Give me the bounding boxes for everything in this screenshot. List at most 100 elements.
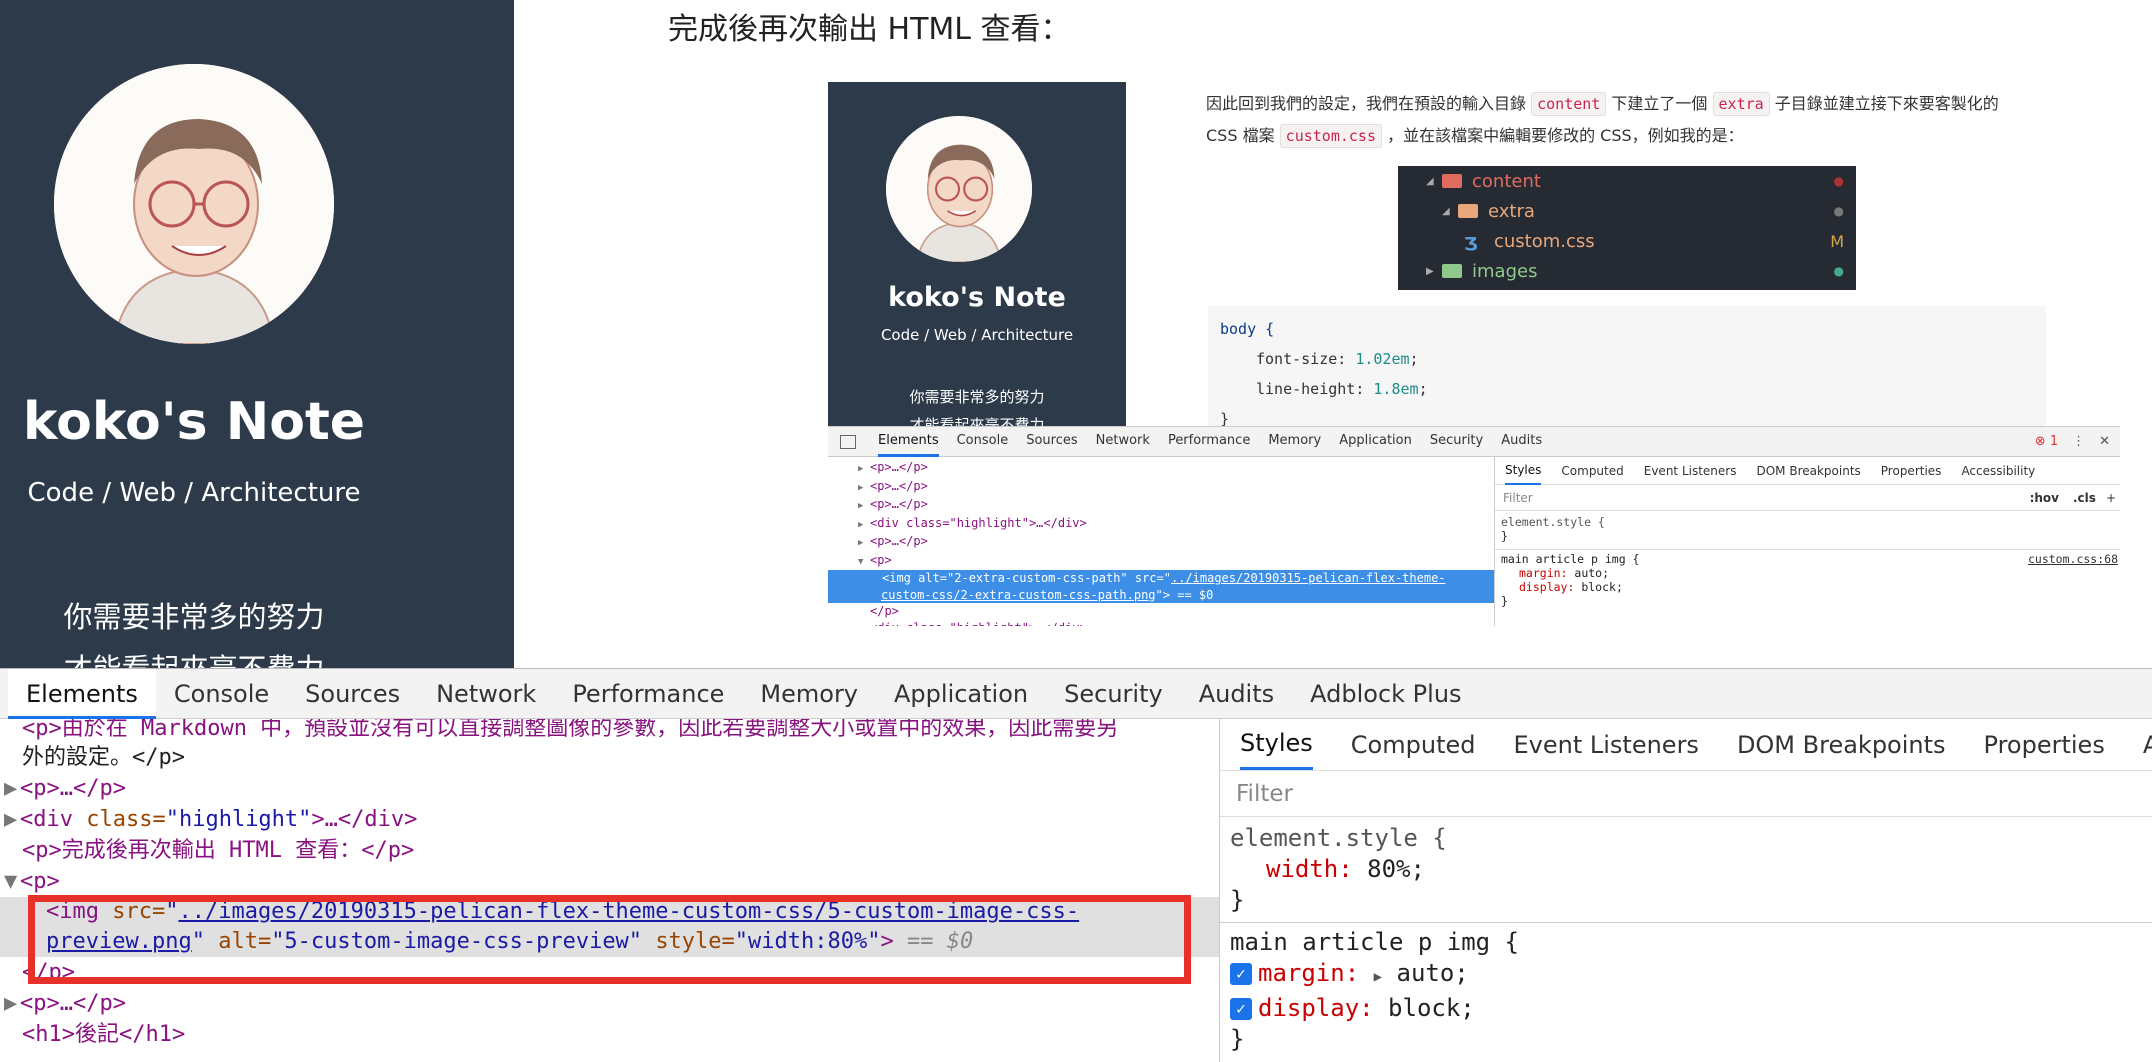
tab-elements[interactable]: Elements xyxy=(8,669,156,719)
folder-icon xyxy=(1442,264,1462,278)
small-dom-line[interactable]: ▶ <p>…</p> xyxy=(858,459,1494,478)
sel-link[interactable]: ../images/20190315-pelican-flex-theme- xyxy=(1171,571,1446,585)
small-dom-text: <p>…</p> xyxy=(870,534,928,548)
small-tab-sources[interactable]: Sources xyxy=(1026,427,1077,457)
tree-item[interactable]: Ʒcustom.css M xyxy=(1398,226,1856,256)
small-tab-elements[interactable]: Elements xyxy=(878,427,939,457)
small-filter-input[interactable]: Filter xyxy=(1503,491,1533,505)
small-style-tab-accessibility[interactable]: Accessibility xyxy=(1961,464,2035,478)
small-dom-line[interactable]: ▶<div class="highlight">…</div> xyxy=(858,620,1494,627)
small-tab-application[interactable]: Application xyxy=(1339,427,1412,457)
dom-line[interactable]: ▶ <p>…</p> xyxy=(0,773,1220,804)
collapse-icon[interactable]: ▼ xyxy=(4,866,20,897)
small-style-tab-styles[interactable]: Styles xyxy=(1505,457,1542,485)
chevron-right-icon[interactable]: ▶ xyxy=(1426,266,1442,277)
cls-button[interactable]: .cls xyxy=(2073,491,2096,505)
dom-line[interactable]: ▼ <p> xyxy=(0,866,1220,897)
dom-line[interactable]: <p>完成後再次輸出 HTML 查看：</p> xyxy=(0,835,1220,866)
chevron-down-icon[interactable]: ◢ xyxy=(1426,176,1442,187)
expand-triangle-icon[interactable]: ▶ xyxy=(1374,969,1382,985)
small-tab-performance[interactable]: Performance xyxy=(1168,427,1250,457)
dom-line[interactable]: 外的設定。</p> xyxy=(0,742,1220,773)
more-icon[interactable]: ⋮ xyxy=(2072,434,2085,449)
dom-line[interactable]: <p>由於在 Markdown 中，預設並沒有可以直接調整圖像的參數，因此若要調… xyxy=(0,719,1220,744)
small-selected-row[interactable]: <img alt="2-extra-custom-css-path" src="… xyxy=(828,570,1494,603)
tab-adblock-plus[interactable]: Adblock Plus xyxy=(1292,669,1479,719)
style-tab-dom-breakpoints[interactable]: DOM Breakpoints xyxy=(1737,731,1946,759)
dom-line[interactable]: ▶ <div class="highlight">…</div> xyxy=(0,804,1220,835)
element-style-selector[interactable]: element.style { xyxy=(1230,823,2142,854)
small-rule-source[interactable]: custom.css:68 xyxy=(2028,552,2118,566)
collapse-icon[interactable]: ▼ xyxy=(858,554,870,571)
small-tab-security[interactable]: Security xyxy=(1430,427,1483,457)
expand-icon[interactable]: ▶ xyxy=(4,988,20,1019)
dom-line[interactable]: <h1>後記</h1> xyxy=(0,1019,1220,1050)
expand-icon[interactable]: ▶ xyxy=(4,804,20,835)
expand-icon[interactable]: ▶ xyxy=(858,461,870,478)
code-line: body { xyxy=(1220,314,2034,344)
small-tab-memory[interactable]: Memory xyxy=(1268,427,1321,457)
style-tab-styles[interactable]: Styles xyxy=(1240,719,1313,770)
small-tab-console[interactable]: Console xyxy=(957,427,1009,457)
expand-icon[interactable]: ▶ xyxy=(858,480,870,497)
error-icon[interactable]: ⊗ 1 xyxy=(2035,434,2058,449)
tab-sources[interactable]: Sources xyxy=(287,669,418,719)
tab-audits[interactable]: Audits xyxy=(1181,669,1292,719)
tab-console[interactable]: Console xyxy=(156,669,287,719)
small-style-tab-computed[interactable]: Computed xyxy=(1561,464,1623,478)
tree-item[interactable]: ▶ images ● xyxy=(1398,256,1856,286)
small-val-display[interactable]: block; xyxy=(1581,580,1623,594)
small-dom-line[interactable]: ▶ <p>…</p> xyxy=(858,478,1494,497)
tree-item[interactable]: ◢ extra ● xyxy=(1398,196,1856,226)
prop-margin[interactable]: margin: xyxy=(1258,959,1359,987)
expand-icon[interactable]: ▶ xyxy=(858,517,870,534)
small-dom-line[interactable]: ▶ <p>…</p> xyxy=(858,533,1494,552)
dom-text: <div xyxy=(20,807,73,832)
tree-item[interactable]: ◢ content ● xyxy=(1398,166,1856,196)
small-element-style[interactable]: element.style { xyxy=(1501,515,2118,529)
chevron-down-icon[interactable]: ◢ xyxy=(1442,206,1458,217)
small-val-margin[interactable]: auto; xyxy=(1574,566,1609,580)
margin-checkbox[interactable]: ✓ xyxy=(1230,963,1252,985)
style-tab-accessibility[interactable]: Accessibility xyxy=(2143,731,2152,759)
small-dom-line[interactable]: ▶<div class="highlight">…</div> xyxy=(858,515,1494,534)
tab-application[interactable]: Application xyxy=(876,669,1046,719)
tab-network[interactable]: Network xyxy=(418,669,554,719)
small-dom-line[interactable]: ▼ <p> xyxy=(858,552,1494,571)
style-tab-properties[interactable]: Properties xyxy=(1984,731,2105,759)
small-tab-network[interactable]: Network xyxy=(1096,427,1150,457)
prop-width[interactable]: width: xyxy=(1266,855,1353,883)
tab-memory[interactable]: Memory xyxy=(742,669,876,719)
sel-text: <img alt="2-extra-custom-css-path" src=" xyxy=(882,571,1171,585)
sel-link[interactable]: custom-css/2-extra-custom-css-path.png xyxy=(881,588,1156,602)
small-prop-margin[interactable]: margin: xyxy=(1519,566,1567,580)
small-dom-line[interactable]: ▶ <p>…</p> xyxy=(858,496,1494,515)
tab-performance[interactable]: Performance xyxy=(554,669,742,719)
add-rule-icon[interactable]: + xyxy=(2106,491,2116,505)
hov-button[interactable]: :hov xyxy=(2030,491,2059,505)
close-icon[interactable]: ✕ xyxy=(2099,434,2110,449)
blog-title[interactable]: koko's Note xyxy=(0,392,388,452)
prop-display[interactable]: display: xyxy=(1258,994,1374,1022)
small-dom-line[interactable]: </p> xyxy=(870,603,1494,620)
small-prop-display[interactable]: display: xyxy=(1519,580,1574,594)
expand-icon[interactable]: ▶ xyxy=(858,535,870,552)
small-style-tab-event-listeners[interactable]: Event Listeners xyxy=(1644,464,1737,478)
expand-icon[interactable]: ▶ xyxy=(4,773,20,804)
inspect-icon[interactable] xyxy=(840,434,856,449)
tab-security[interactable]: Security xyxy=(1046,669,1181,719)
display-checkbox[interactable]: ✓ xyxy=(1230,998,1252,1020)
val-display[interactable]: block; xyxy=(1388,994,1475,1022)
small-style-tab-dom-breakpoints[interactable]: DOM Breakpoints xyxy=(1756,464,1860,478)
expand-icon[interactable]: ▶ xyxy=(858,622,870,627)
filter-input[interactable]: Filter xyxy=(1236,781,1293,807)
style-tab-computed[interactable]: Computed xyxy=(1351,731,1476,759)
dom-line[interactable]: ▶ <p>…</p> xyxy=(0,988,1220,1019)
val-width[interactable]: 80%; xyxy=(1367,855,1425,883)
small-tab-audits[interactable]: Audits xyxy=(1501,427,1542,457)
avatar[interactable] xyxy=(54,64,334,344)
expand-icon[interactable]: ▶ xyxy=(858,498,870,515)
val-margin[interactable]: auto; xyxy=(1397,959,1469,987)
style-tab-event-listeners[interactable]: Event Listeners xyxy=(1513,731,1698,759)
small-style-tab-properties[interactable]: Properties xyxy=(1881,464,1942,478)
